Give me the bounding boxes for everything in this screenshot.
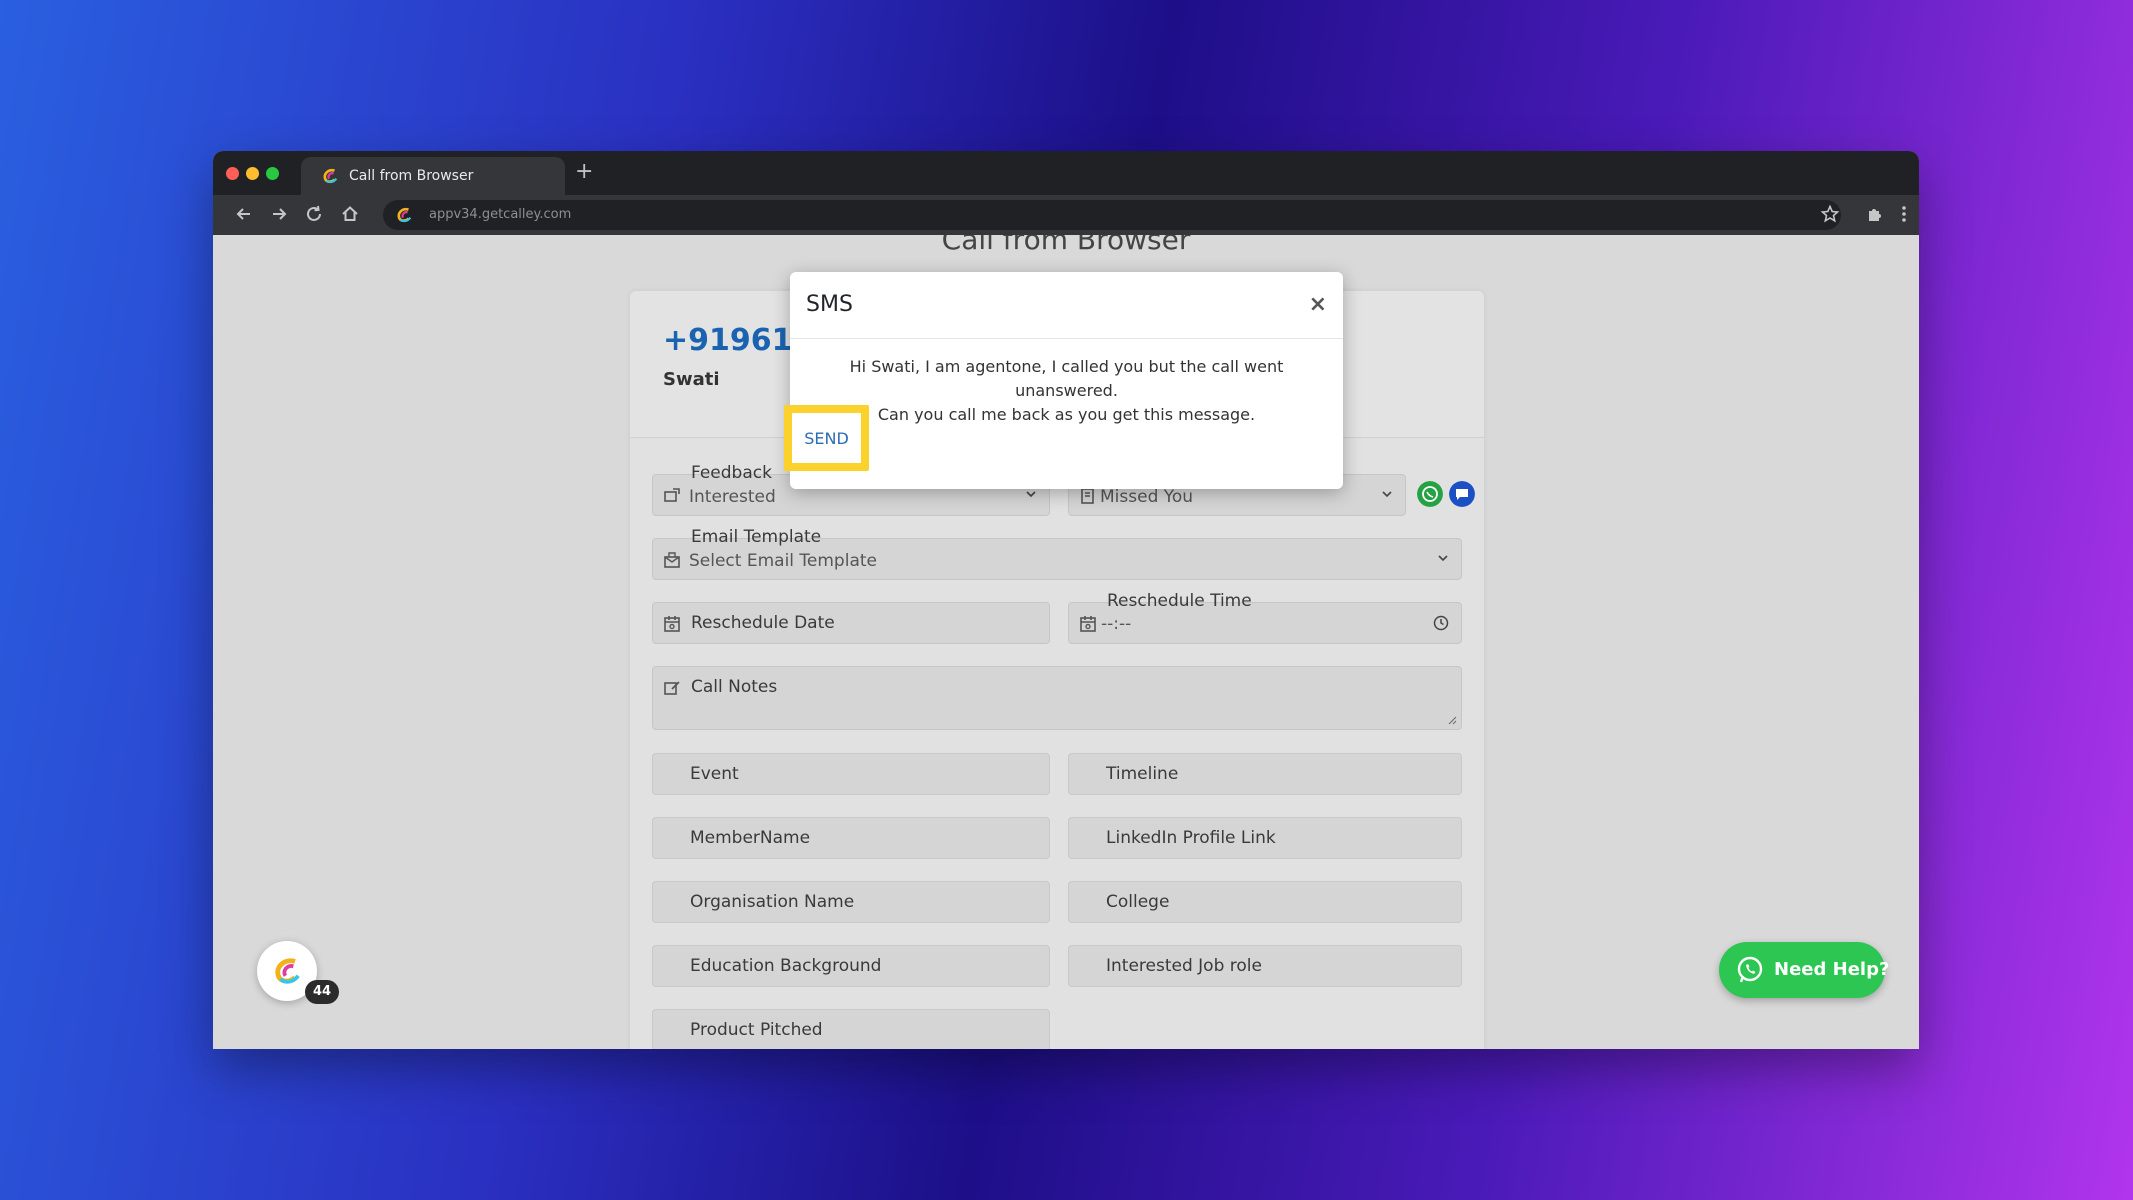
calendar-icon: [664, 616, 680, 632]
reschedule-date-label: Reschedule Date: [691, 613, 835, 633]
reschedule-time-field[interactable]: Reschedule Time --:--: [1068, 591, 1462, 644]
email-icon: [664, 552, 680, 568]
close-window-button[interactable]: [226, 167, 239, 180]
reload-icon[interactable]: [303, 203, 325, 225]
member-name-field[interactable]: MemberName: [652, 817, 1050, 859]
reschedule-date-field[interactable]: Reschedule Date: [652, 602, 1050, 644]
send-button[interactable]: SEND: [792, 413, 861, 463]
modal-title: SMS: [806, 292, 853, 317]
organisation-label: Organisation Name: [690, 892, 855, 912]
whatsapp-send-icon[interactable]: [1417, 481, 1443, 507]
extensions-puzzle-icon[interactable]: [1864, 203, 1886, 225]
browser-tab[interactable]: Call from Browser: [301, 157, 565, 195]
sms-message-line1: Hi Swati, I am agentone, I called you bu…: [849, 357, 1284, 400]
modal-divider: [790, 338, 1343, 339]
event-field[interactable]: Event: [652, 753, 1050, 795]
url-text: appv34.getcalley.com: [429, 207, 572, 222]
chevron-down-icon: [1438, 555, 1448, 562]
member-name-label: MemberName: [690, 828, 811, 848]
college-field[interactable]: College: [1068, 881, 1462, 923]
page-heading: Call from Browser: [941, 235, 1191, 256]
notes-icon: [664, 681, 680, 695]
browser-toolbar: appv34.getcalley.com: [213, 195, 1919, 235]
template-icon: [1081, 488, 1094, 504]
product-pitched-label: Product Pitched: [690, 1020, 823, 1040]
notification-badge: 44: [305, 980, 339, 1004]
reschedule-time-label: Reschedule Time: [1107, 591, 1252, 611]
chevron-down-icon: [1382, 491, 1392, 498]
new-tab-button[interactable]: +: [575, 159, 593, 184]
calley-logo-icon: [323, 168, 338, 184]
bookmark-star-icon[interactable]: [1819, 203, 1841, 225]
email-template-label: Email Template: [691, 527, 822, 547]
call-notes-label: Call Notes: [691, 677, 778, 697]
resize-handle-icon[interactable]: [1447, 715, 1457, 725]
sms-message-line2: Can you call me back as you get this mes…: [877, 405, 1256, 424]
message-template-value: Missed You: [1100, 487, 1194, 507]
timeline-label: Timeline: [1106, 764, 1179, 784]
contact-name: Swati: [663, 369, 720, 390]
home-icon[interactable]: [339, 203, 361, 225]
browser-menu-icon[interactable]: [1893, 203, 1915, 225]
reschedule-time-value: --:--: [1101, 614, 1132, 634]
maximize-window-button[interactable]: [266, 167, 279, 180]
email-template-select[interactable]: Email Template Select Email Template: [652, 527, 1462, 580]
organisation-field[interactable]: Organisation Name: [652, 881, 1050, 923]
education-field[interactable]: Education Background: [652, 945, 1050, 987]
tab-title: Call from Browser: [349, 168, 474, 184]
linkedin-field[interactable]: LinkedIn Profile Link: [1068, 817, 1462, 859]
whatsapp-icon: [1737, 956, 1763, 983]
job-role-label: Interested Job role: [1106, 956, 1262, 976]
calley-logo-icon: [275, 958, 300, 984]
feedback-icon: [664, 488, 680, 502]
college-label: College: [1106, 892, 1170, 912]
minimize-window-button[interactable]: [246, 167, 259, 180]
email-template-value: Select Email Template: [689, 551, 877, 571]
need-help-label: Need Help?: [1774, 959, 1890, 980]
sms-send-icon[interactable]: [1449, 481, 1475, 507]
call-notes-textarea[interactable]: Call Notes: [652, 666, 1462, 730]
close-icon[interactable]: ×: [1309, 292, 1327, 317]
linkedin-label: LinkedIn Profile Link: [1106, 828, 1276, 848]
need-help-button[interactable]: Need Help?: [1719, 942, 1889, 998]
sms-modal: SMS × Hi Swati, I am agentone, I called …: [784, 272, 1343, 489]
job-role-field[interactable]: Interested Job role: [1068, 945, 1462, 987]
sms-message: Hi Swati, I am agentone, I called you bu…: [810, 355, 1323, 427]
timeline-field[interactable]: Timeline: [1068, 753, 1462, 795]
forward-arrow-icon[interactable]: [268, 203, 290, 225]
education-label: Education Background: [690, 956, 882, 976]
feedback-value: Interested: [689, 487, 776, 507]
calendar-icon: [1080, 616, 1096, 632]
product-pitched-field[interactable]: Product Pitched: [652, 1009, 1050, 1049]
browser-titlebar: Call from Browser +: [213, 151, 1919, 195]
clock-icon[interactable]: [1433, 615, 1449, 631]
chevron-down-icon: [1026, 491, 1036, 498]
site-logo-icon: [397, 207, 412, 223]
back-arrow-icon[interactable]: [233, 203, 255, 225]
address-bar[interactable]: appv34.getcalley.com: [383, 200, 1841, 230]
event-label: Event: [690, 764, 739, 784]
feedback-label: Feedback: [691, 463, 772, 483]
